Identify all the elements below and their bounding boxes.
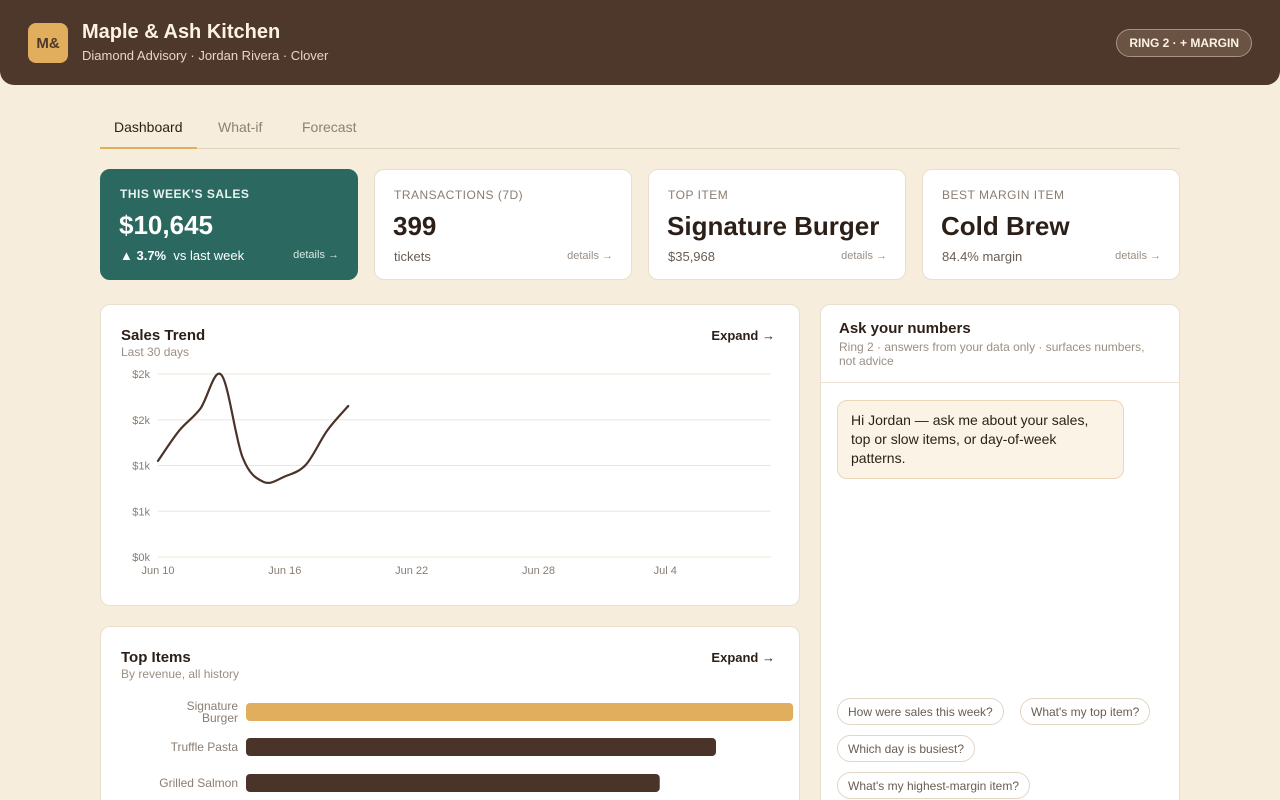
kpi-value: Cold Brew (941, 211, 1070, 241)
top-header: M& Maple & Ash Kitchen Diamond Advisory … (0, 0, 1280, 85)
chat-panel: Ask your numbers Ring 2 · answers from y… (820, 304, 1180, 800)
assistant-message: Hi Jordan — ask me about your sales, top… (837, 400, 1124, 479)
y-tick-label: $1k (132, 506, 150, 518)
kpi-transactions[interactable]: TRANSACTIONS (7D) 399 tickets details → (374, 169, 632, 280)
chat-subtitle: Ring 2 · answers from your data only · s… (839, 340, 1145, 368)
details-link[interactable]: details → (567, 250, 613, 262)
sales-line (156, 372, 350, 484)
kpi-label: TRANSACTIONS (7D) (394, 188, 524, 202)
y-tick-label: $2k (132, 415, 150, 427)
kpi-best-margin[interactable]: BEST MARGIN ITEM Cold Brew 84.4% margin … (922, 169, 1180, 280)
suggestion-chip[interactable]: What's my highest-margin item? (837, 772, 1031, 799)
item-bar (246, 738, 717, 756)
kpi-top-item[interactable]: TOP ITEM Signature Burger $35,968 detail… (648, 169, 906, 280)
sales-trend-chart: $0k $1k $1k $2k $2k Jun 10 Jun 16 Jun 22 Jun 28 J… (132, 369, 771, 577)
business-name: Maple & Ash Kitchen (82, 21, 281, 43)
sales-trend-card: Sales Trend Last 30 days Expand → $0k $1k… (100, 304, 800, 606)
x-tick-label: Jun 10 (141, 565, 174, 577)
kpi-sub: tickets (394, 249, 431, 264)
tab-forecast[interactable]: Forecast (288, 108, 370, 149)
ring-badge[interactable]: RING 2 · + MARGIN (1116, 29, 1252, 57)
suggestion-chip[interactable]: How were sales this week? (837, 698, 1004, 725)
top-items-chart: Signature Burger Truffle Pasta Grilled Salm… (159, 699, 794, 792)
kpi-change: ▲ 3.7% vs last week (120, 248, 244, 263)
details-link[interactable]: details → (1115, 250, 1161, 262)
x-tick-label: Jul 4 (654, 565, 677, 577)
x-tick-label: Jun 28 (522, 565, 555, 577)
item-label: Signature Burger (187, 699, 239, 725)
tab-bar: Dashboard What-if Forecast (100, 108, 1180, 149)
item-bar (246, 703, 794, 721)
kpi-label: THIS WEEK'S SALES (120, 187, 250, 201)
details-link[interactable]: details → (293, 249, 339, 261)
kpi-value: 399 (393, 211, 437, 241)
item-label: Truffle Pasta (171, 740, 239, 754)
details-link[interactable]: details → (841, 250, 887, 262)
suggestion-chip[interactable]: What's my top item? (1020, 698, 1151, 725)
business-logo: M& (28, 23, 68, 63)
kpi-value: Signature Burger (667, 211, 880, 241)
kpi-change-suffix: vs last week (173, 248, 245, 263)
kpi-label: BEST MARGIN ITEM (942, 188, 1065, 202)
kpi-weekly-sales[interactable]: THIS WEEK'S SALES $10,645 ▲ 3.7% vs last… (100, 169, 358, 280)
business-subtitle: Diamond Advisory · Jordan Rivera · Clove… (82, 48, 329, 63)
y-tick-label: $2k (132, 369, 150, 381)
x-tick-label: Jun 22 (395, 565, 428, 577)
kpi-value: $10,645 (119, 210, 213, 240)
x-tick-label: Jun 16 (268, 565, 301, 577)
kpi-label: TOP ITEM (668, 188, 729, 202)
item-bar (246, 774, 660, 792)
y-tick-label: $0k (132, 552, 150, 564)
suggestion-chip[interactable]: Which day is busiest? (837, 735, 976, 762)
tab-dashboard[interactable]: Dashboard (100, 108, 197, 149)
y-tick-label: $1k (132, 461, 150, 473)
kpi-sub: 84.4% margin (942, 249, 1023, 264)
item-label: Grilled Salmon (159, 776, 238, 790)
top-items-card: Top Items By revenue, all history Expand… (100, 626, 800, 800)
divider (821, 382, 1179, 383)
kpi-sub: $35,968 (668, 249, 715, 264)
chat-title: Ask your numbers (839, 320, 971, 337)
kpi-change-percent: ▲ 3.7% (120, 248, 167, 263)
tab-what-if[interactable]: What-if (204, 108, 276, 149)
